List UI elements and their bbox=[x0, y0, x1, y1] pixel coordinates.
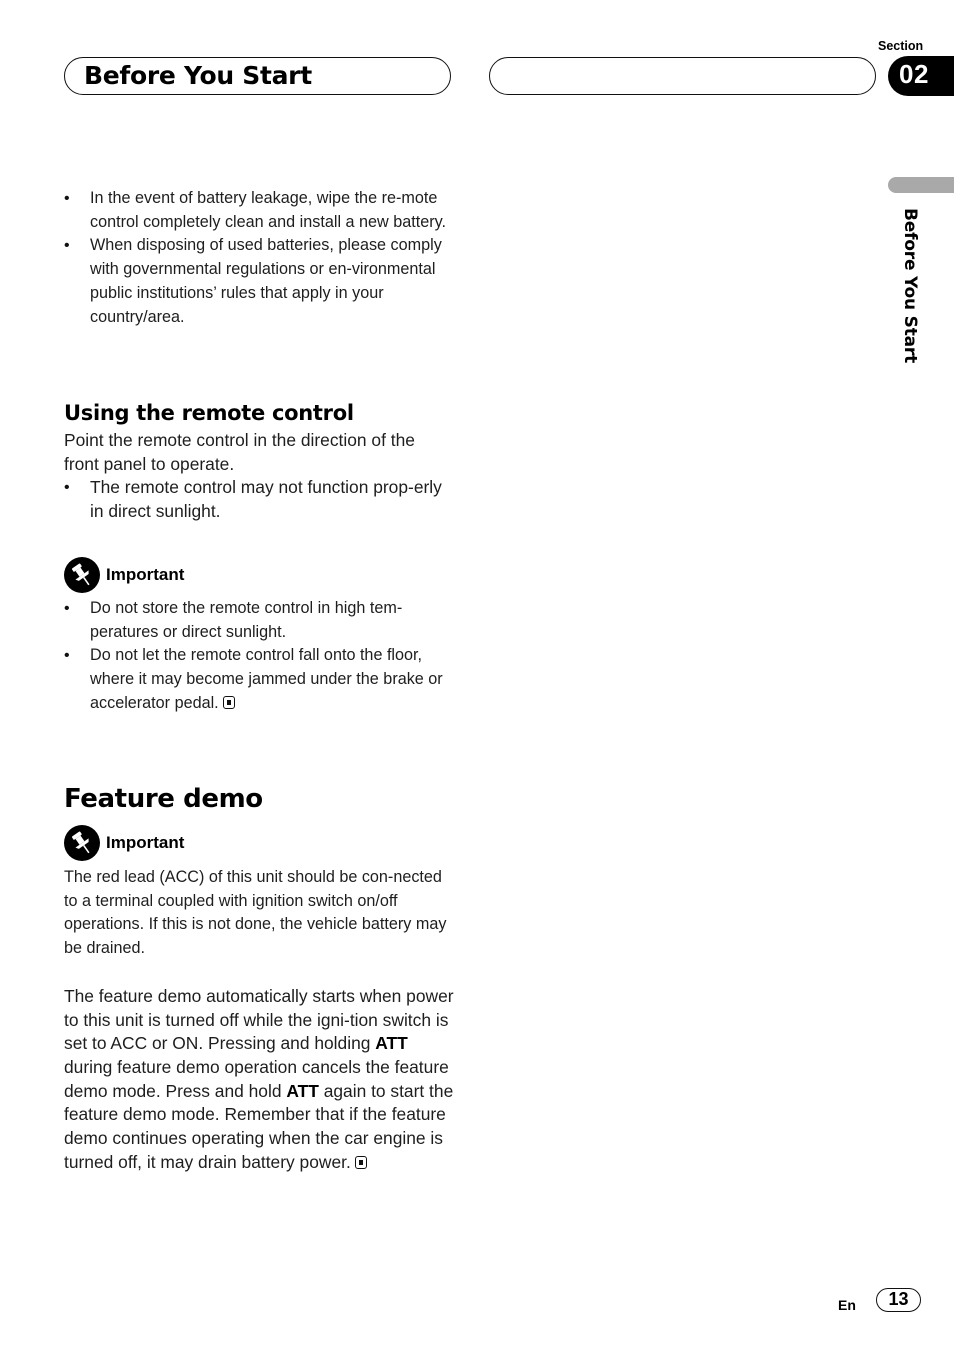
remote-important: Important Do not store the remote contro… bbox=[64, 557, 454, 716]
att-button-label: ATT bbox=[286, 1080, 319, 1101]
section-number: 02 bbox=[899, 59, 929, 89]
header-title-box: Before You Start bbox=[64, 57, 451, 95]
remote-section-heading: Using the remote control bbox=[64, 401, 354, 425]
list-item: In the event of battery leakage, wipe th… bbox=[64, 187, 454, 234]
feature-demo-section: Feature demo Important The red lead (ACC… bbox=[64, 784, 454, 1174]
feature-demo-paragraph: The feature demo automatically starts wh… bbox=[64, 985, 454, 1175]
side-tab-label: Before You Start bbox=[900, 208, 920, 363]
section-badge: 02 bbox=[888, 56, 954, 96]
list-item: Do not store the remote control in high … bbox=[64, 597, 454, 644]
list-item: Do not let the remote control fall onto … bbox=[64, 644, 454, 715]
battery-notes-list: In the event of battery leakage, wipe th… bbox=[64, 187, 454, 329]
end-of-section-icon bbox=[354, 1155, 367, 1169]
list-item-text: Do not let the remote control fall onto … bbox=[90, 646, 443, 712]
important-list: Do not store the remote control in high … bbox=[64, 597, 454, 716]
important-heading: Important bbox=[64, 825, 454, 861]
page-number: 13 bbox=[876, 1288, 921, 1312]
important-label: Important bbox=[106, 565, 185, 584]
att-button-label: ATT bbox=[375, 1033, 408, 1054]
pushpin-icon bbox=[64, 825, 100, 861]
remote-section: Using the remote control Point the remot… bbox=[64, 401, 454, 524]
pushpin-icon bbox=[64, 557, 100, 593]
list-item: When disposing of used batteries, please… bbox=[64, 234, 454, 329]
important-label: Important bbox=[106, 833, 185, 852]
important-heading: Important bbox=[64, 557, 454, 593]
header-title: Before You Start bbox=[84, 61, 312, 90]
battery-notes: In the event of battery leakage, wipe th… bbox=[64, 187, 454, 329]
side-tab-marker bbox=[888, 177, 954, 193]
remote-section-intro: Point the remote control in the directio… bbox=[64, 430, 415, 474]
important-text: The red lead (ACC) of this unit should b… bbox=[64, 868, 447, 958]
list-item: The remote control may not function prop… bbox=[64, 476, 454, 523]
feature-demo-heading: Feature demo bbox=[64, 784, 263, 814]
footer-language: En bbox=[838, 1297, 856, 1313]
end-of-section-icon bbox=[222, 695, 235, 709]
header-blank-box bbox=[489, 57, 876, 95]
remote-section-list: The remote control may not function prop… bbox=[64, 476, 454, 523]
section-label: Section bbox=[878, 39, 924, 53]
